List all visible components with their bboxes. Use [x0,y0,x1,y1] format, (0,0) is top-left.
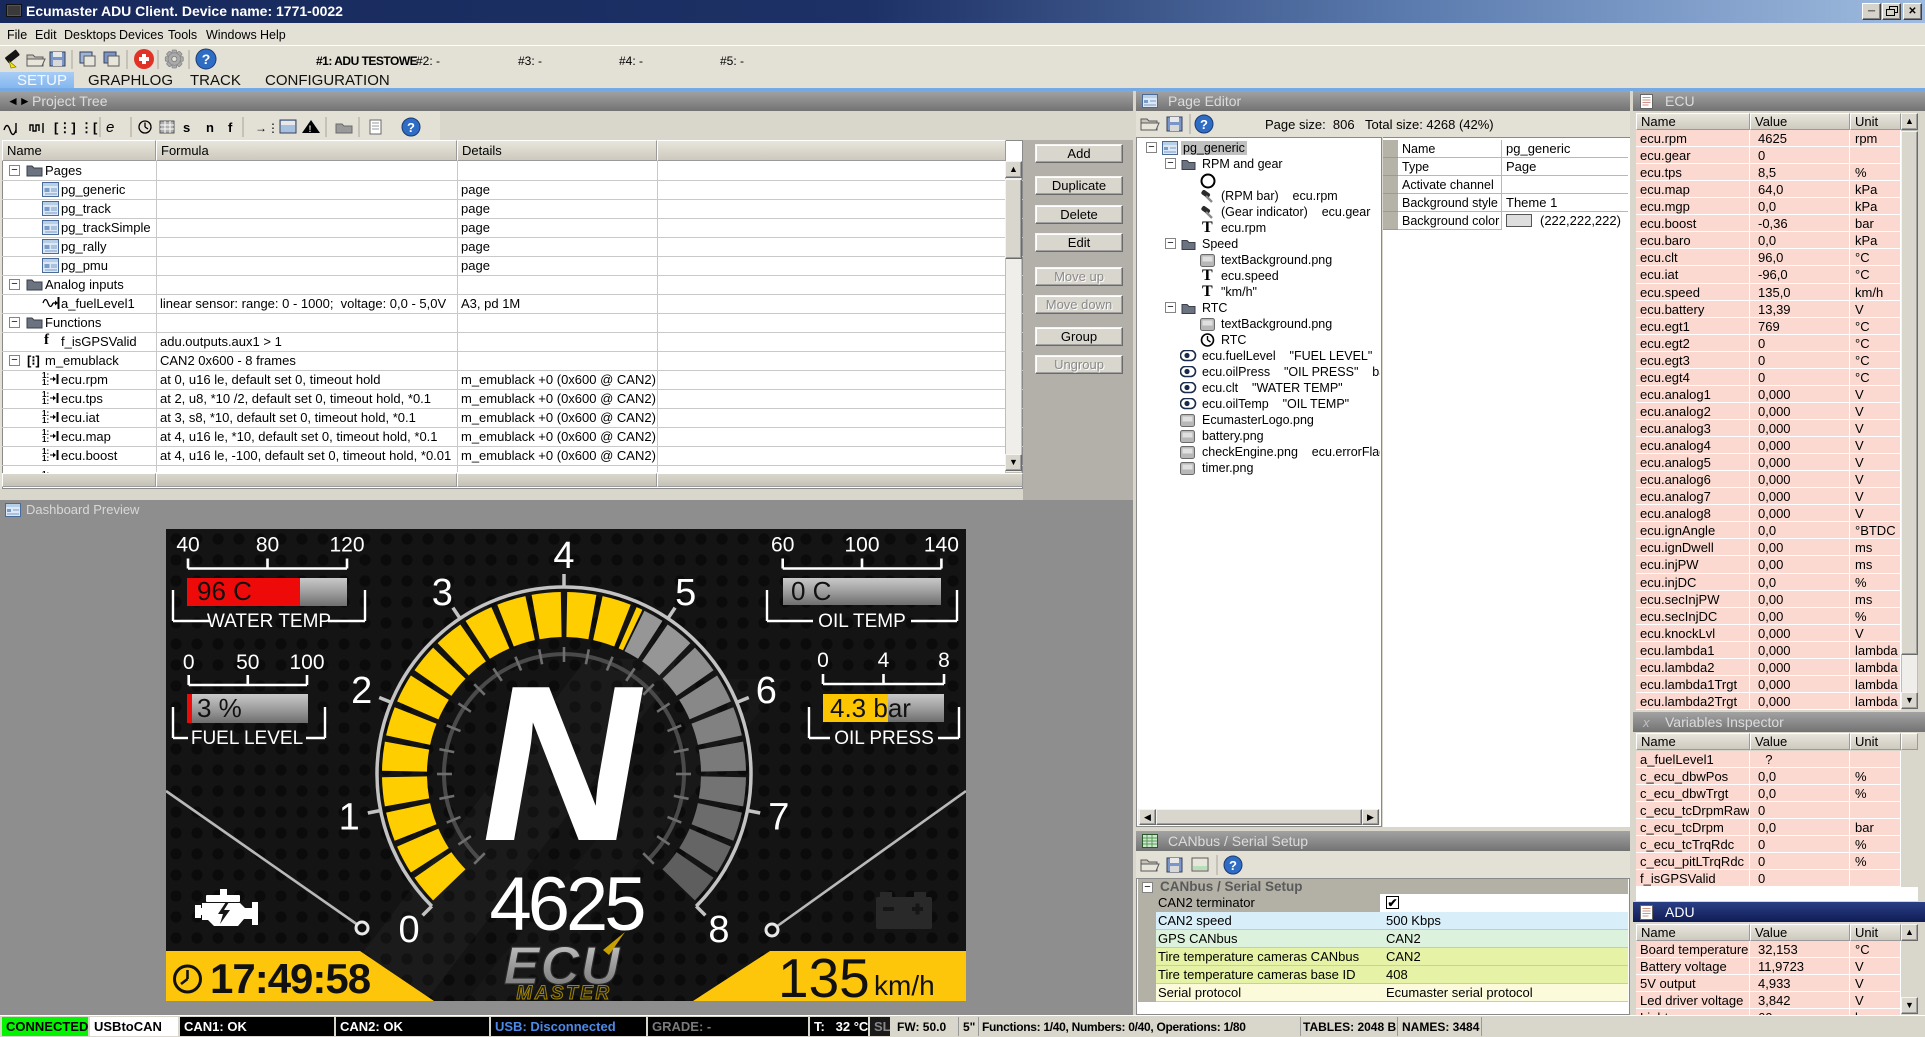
svg-text:[⁝]: [⁝] [27,353,40,368]
svg-text:135: 135 [778,947,870,1001]
svg-text:?: ? [202,51,211,67]
svg-text:1: 1 [339,797,360,839]
svg-text:OIL TEMP: OIL TEMP [818,611,906,632]
svg-text:f: f [228,120,233,135]
svg-text:0: 0 [399,909,420,951]
svg-text:MASTER: MASTER [516,983,611,1001]
svg-text:8: 8 [938,649,950,672]
svg-text:4.3 bar: 4.3 bar [830,693,911,723]
svg-text:96 C: 96 C [197,576,252,606]
svg-text:140: 140 [924,534,959,557]
svg-text:WATER TEMP: WATER TEMP [207,611,331,632]
svg-text:0 C: 0 C [791,576,831,606]
svg-text:?: ? [407,120,415,135]
svg-text:[⋮]: [⋮] [54,120,76,135]
svg-text:1:: 1: [42,378,49,386]
svg-text:2: 2 [351,670,372,712]
svg-text:1:: 1: [42,397,49,405]
svg-text:120: 120 [329,534,364,557]
svg-text:n: n [206,120,214,135]
svg-text:OIL PRESS: OIL PRESS [834,728,934,749]
svg-text:1:: 1: [42,435,49,443]
svg-text:50: 50 [236,651,259,674]
svg-text:?: ? [1200,117,1208,132]
svg-text:4: 4 [553,535,574,577]
svg-text:40: 40 [176,534,199,557]
svg-text:km/h: km/h [874,970,935,1001]
svg-text:100: 100 [844,534,879,557]
svg-text:4: 4 [878,649,890,672]
svg-text:0: 0 [183,651,195,674]
svg-text:60: 60 [771,534,794,557]
svg-text:7: 7 [768,797,789,839]
svg-text:3 %: 3 % [197,693,242,723]
svg-text:!: ! [309,124,312,134]
svg-text:4625: 4625 [489,862,644,947]
svg-text:3: 3 [432,572,453,614]
svg-text:100: 100 [289,651,324,674]
svg-text:0: 0 [817,649,829,672]
svg-text:e: e [106,119,114,136]
svg-text:5: 5 [675,572,696,614]
svg-text:8: 8 [708,909,729,951]
svg-text:1:: 1: [42,416,49,424]
svg-text:s: s [183,120,190,135]
svg-text:?: ? [1229,858,1237,873]
svg-text:→⋮: →⋮ [255,121,279,135]
svg-text:6: 6 [756,670,777,712]
svg-text:1:: 1: [42,454,49,462]
svg-text:80: 80 [256,534,279,557]
svg-text:⋮[: ⋮[ [80,120,98,135]
svg-text:17:49:58: 17:49:58 [210,955,371,1001]
svg-text:FUEL LEVEL: FUEL LEVEL [191,728,303,749]
